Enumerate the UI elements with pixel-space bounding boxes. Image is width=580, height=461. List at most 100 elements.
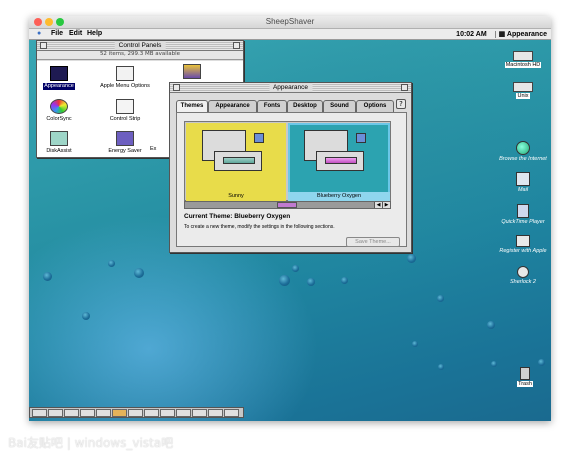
colorsync-cp[interactable]: ColorSync [29, 99, 89, 123]
menu-edit[interactable]: Edit [69, 30, 82, 37]
window-title: Appearance [268, 83, 313, 92]
tab-desktop[interactable]: Desktop [287, 100, 323, 112]
bubble-decoration [108, 260, 115, 267]
bubble-decoration [491, 361, 497, 367]
window-titlebar[interactable]: Appearance [170, 83, 411, 93]
menu-bar: ● File Edit Help 10:02 AM ▦ Appearance [29, 29, 551, 40]
control-strip-item[interactable] [192, 409, 207, 417]
control-strip-item[interactable] [48, 409, 63, 417]
apple-menu-options-icon [116, 66, 134, 81]
appearance-icon [50, 66, 68, 81]
partial-cp[interactable] [162, 64, 222, 79]
menu-file[interactable]: File [51, 30, 63, 37]
control-strip-item[interactable] [144, 409, 159, 417]
scroll-right-icon[interactable]: ▶ [382, 202, 390, 208]
window-zoom-box[interactable] [233, 42, 240, 49]
bubble-decoration [407, 254, 416, 263]
control-strip-icon [116, 99, 134, 114]
menu-help[interactable]: Help [87, 30, 102, 37]
appearance-window: Appearance Themes Appearance Fonts Deskt… [169, 82, 412, 253]
control-strip-item[interactable] [96, 409, 111, 417]
folder-icon [254, 133, 264, 143]
appearance-cp[interactable]: Appearance [29, 66, 89, 90]
macintosh-hd-icon[interactable]: Macintosh HD [497, 51, 549, 68]
trash-can-icon [520, 367, 530, 380]
bubble-decoration [437, 295, 444, 302]
magnifier-icon [517, 266, 529, 278]
host-title: SheepShaver [265, 17, 315, 26]
window-close-box[interactable] [40, 42, 47, 49]
colorsync-icon [50, 99, 68, 114]
quicktime-player-icon[interactable]: QuickTime Player [497, 204, 549, 225]
control-strip-item[interactable] [160, 409, 175, 417]
pen-icon [516, 235, 530, 247]
partial-cp-label[interactable]: Ex [149, 144, 169, 153]
bubble-decoration [438, 364, 444, 370]
window-collapse-box[interactable] [401, 84, 408, 91]
apple-menu-options-cp[interactable]: Apple Menu Options [95, 66, 155, 90]
bubble-decoration [279, 275, 290, 286]
window-title: Control Panels [114, 41, 166, 50]
energy-saver-cp[interactable]: Energy Saver [95, 131, 155, 155]
apple-menu-icon[interactable]: ● [37, 30, 41, 37]
disk-icon [513, 82, 533, 92]
theme-preview-window [214, 151, 262, 171]
control-strip-item[interactable] [112, 409, 127, 417]
control-strip-item[interactable] [32, 409, 47, 417]
control-strip-item[interactable] [128, 409, 143, 417]
menubar-clock[interactable]: 10:02 AM [456, 31, 486, 38]
current-theme-label: Current Theme: Blueberry Oxygen [184, 213, 291, 220]
bubble-decoration [538, 359, 545, 366]
bubble-decoration [82, 312, 90, 320]
host-titlebar: SheepShaver [29, 16, 551, 29]
watermark: Bai友贴吧 | windows_vista吧 [8, 436, 174, 450]
control-strip-item[interactable] [176, 409, 191, 417]
trash-icon[interactable]: Trash [499, 367, 551, 387]
save-theme-button[interactable]: Save Theme... [346, 237, 400, 247]
bubble-decoration [292, 265, 299, 272]
scroll-thumb[interactable] [277, 202, 297, 208]
diskassist-cp[interactable]: DiskAssist [29, 131, 89, 155]
theme-name: Sunny [228, 193, 244, 199]
menubar-right: 10:02 AM ▦ Appearance [456, 30, 547, 38]
folder-info: 52 items, 299.3 MB available [37, 51, 243, 60]
control-strip-cp[interactable]: Control Strip [95, 99, 155, 123]
control-panel-icon [183, 64, 201, 79]
tab-options[interactable]: Options [356, 100, 394, 112]
window-titlebar[interactable]: Control Panels [37, 41, 243, 51]
control-strip-item[interactable] [64, 409, 79, 417]
sheepshaver-window: SheepShaver ● File Edit Help 10:02 AM ▦ … [29, 16, 551, 421]
bubble-decoration [307, 278, 315, 286]
control-strip-item[interactable] [208, 409, 223, 417]
folder-icon [356, 133, 366, 143]
mail-icon[interactable]: Mail [497, 172, 549, 193]
energy-saver-icon [116, 131, 134, 146]
theme-list: Sunny Blueberry Oxygen [184, 121, 391, 201]
theme-scrollbar[interactable]: ◀ ▶ [184, 201, 391, 209]
window-close-box[interactable] [173, 84, 180, 91]
bubble-decoration [134, 268, 144, 278]
tab-fonts[interactable]: Fonts [257, 100, 287, 112]
theme-preview-window [316, 151, 364, 171]
app-menu[interactable]: Appearance [507, 31, 547, 38]
tab-appearance[interactable]: Appearance [208, 100, 257, 112]
help-icon[interactable]: ? [396, 99, 406, 109]
control-strip-item[interactable] [80, 409, 95, 417]
theme-blueberry-oxygen[interactable]: Blueberry Oxygen [288, 123, 390, 201]
tab-sound[interactable]: Sound [323, 100, 356, 112]
scroll-left-icon[interactable]: ◀ [374, 202, 382, 208]
unix-icon[interactable]: Unix [497, 82, 549, 99]
theme-sunny[interactable]: Sunny [186, 123, 286, 201]
control-strip-item[interactable] [224, 409, 239, 417]
sherlock-icon[interactable]: Sherlock 2 [497, 266, 549, 285]
themes-panel: Sunny Blueberry Oxygen ◀ ▶ Current Theme… [176, 112, 407, 247]
browse-internet-icon[interactable]: Browse the Internet [497, 141, 549, 162]
appearance-app-icon[interactable]: ▦ [494, 31, 506, 38]
control-strip[interactable] [29, 407, 244, 418]
mail-app-icon [516, 172, 530, 186]
register-with-apple-icon[interactable]: Register with Apple [497, 235, 549, 254]
theme-instructions: To create a new theme, modify the settin… [184, 224, 335, 230]
globe-icon [516, 141, 530, 155]
diskassist-icon [50, 131, 68, 146]
bubble-decoration [412, 341, 418, 347]
